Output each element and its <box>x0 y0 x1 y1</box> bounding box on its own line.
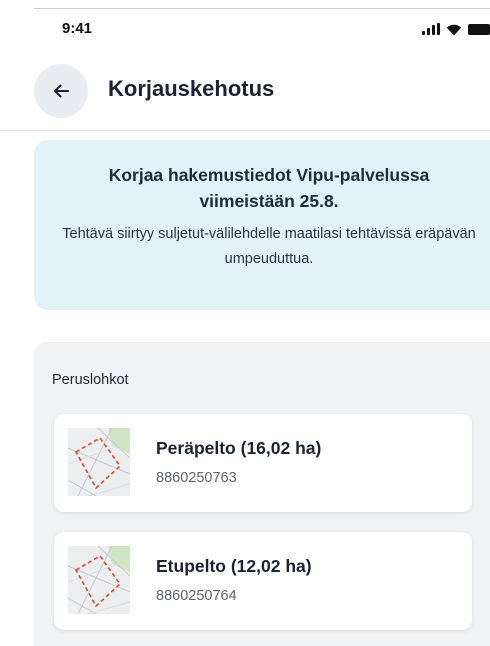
parcel-name: Etupelto (12,02 ha) <box>156 556 312 576</box>
header: Korjauskehotus <box>0 60 490 124</box>
parcel-card-etupelto[interactable]: Etupelto (12,02 ha) 8860250764 <box>54 532 472 630</box>
parcel-id: 8860250763 <box>156 470 237 486</box>
parcel-map-thumbnail <box>68 546 130 614</box>
wifi-icon <box>446 24 462 35</box>
notice-title: Korjaa hakemustiedot Vipu-palvelussa vii… <box>108 165 430 211</box>
signal-icon <box>422 23 440 35</box>
notice-box: Korjaa hakemustiedot Vipu-palvelussa vii… <box>34 140 490 310</box>
parcel-name: Peräpelto (16,02 ha) <box>156 438 322 458</box>
page-title: Korjauskehotus <box>108 76 275 101</box>
parcel-id: 8860250764 <box>156 588 237 604</box>
back-button[interactable] <box>34 64 88 118</box>
parcel-map-thumbnail <box>68 428 130 496</box>
parcel-card-perapelto[interactable]: Peräpelto (16,02 ha) 8860250763 <box>54 414 472 512</box>
top-divider <box>34 8 490 9</box>
arrow-left-icon <box>54 84 69 98</box>
status-bar: 9:41 <box>0 16 490 42</box>
parcel-section: Peruslohkot Peräpelto (16,02 ha) 8860250… <box>34 342 490 646</box>
notice-body: Tehtävä siirtyy suljetut-välilehdelle ma… <box>62 226 476 267</box>
battery-icon <box>468 23 490 35</box>
section-label: Peruslohkot <box>52 372 129 388</box>
header-divider <box>0 130 490 131</box>
screen: 9:41 Korjauskehotus Korjaa hakemustiedot… <box>0 0 490 646</box>
status-time: 9:41 <box>62 20 93 37</box>
status-icons <box>422 22 490 36</box>
